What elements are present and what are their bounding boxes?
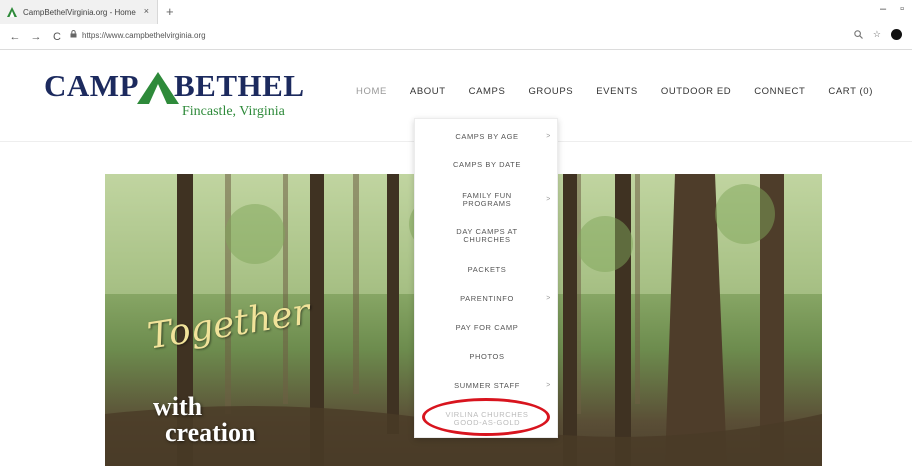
forward-icon[interactable]: →: [30, 31, 42, 43]
menu-item-label: DAY CAMPS AT CHURCHES: [456, 227, 518, 244]
menu-item-parentinfo[interactable]: PARENTINFO >: [415, 287, 559, 311]
nav-outdoor-ed[interactable]: OUTDOOR ED: [661, 86, 731, 97]
menu-item-label: PHOTOS: [469, 352, 505, 361]
nav-connect[interactable]: CONNECT: [754, 86, 805, 97]
menu-item-day-camps-at-churches[interactable]: DAY CAMPS AT CHURCHES: [415, 221, 559, 251]
chevron-right-icon: >: [546, 295, 551, 302]
logo-camp-text: CAMP: [44, 68, 139, 103]
camps-dropdown-menu: CAMPS BY AGE > CAMPS BY DATE FAMILY FUN …: [414, 118, 558, 438]
url-field[interactable]: https://www.campbethelvirginia.org: [70, 30, 206, 40]
logo-location: Fincastle, Virginia: [182, 104, 285, 119]
browser-tabbar: CampBethelVirginia.org - Home × + – ▫: [0, 0, 912, 24]
reload-icon[interactable]: C: [51, 31, 63, 43]
main-nav: HOME ABOUT CAMPS GROUPS EVENTS OUTDOOR E…: [356, 86, 896, 97]
menu-item-label: PAY FOR CAMP: [455, 323, 519, 332]
menu-item-packets[interactable]: PACKETS: [415, 258, 559, 282]
menu-item-summer-staff[interactable]: SUMMER STAFF >: [415, 374, 559, 398]
hero-title-creation: creation: [165, 418, 256, 447]
logo-bethel-text: BETHEL: [174, 68, 305, 103]
chevron-right-icon: >: [546, 196, 551, 203]
tab-title: CampBethelVirginia.org - Home: [23, 7, 136, 17]
browser-tab[interactable]: CampBethelVirginia.org - Home ×: [0, 0, 158, 24]
restore-button[interactable]: ▫: [900, 3, 904, 15]
menu-item-label: CAMPS BY DATE: [453, 160, 521, 169]
menu-item-label: FAMILY FUN PROGRAMS: [462, 191, 512, 208]
red-highlight-ellipse: [422, 398, 550, 436]
nav-home[interactable]: HOME: [356, 86, 387, 97]
site-logo[interactable]: CAMP BETHEL Fincastle, Virginia: [44, 68, 306, 132]
star-icon[interactable]: ☆: [873, 29, 881, 40]
chevron-right-icon: >: [546, 382, 551, 389]
url-text: https://www.campbethelvirginia.org: [82, 30, 206, 40]
menu-item-photos[interactable]: PHOTOS: [415, 345, 559, 369]
menu-item-label: PARENTINFO: [460, 294, 514, 303]
minimize-button[interactable]: –: [880, 3, 886, 15]
nav-about[interactable]: ABOUT: [410, 86, 446, 97]
address-actions: ☆: [854, 29, 902, 40]
menu-item-camps-by-age[interactable]: CAMPS BY AGE >: [415, 125, 559, 149]
menu-item-label: SUMMER STAFF: [454, 381, 520, 390]
menu-item-family-fun-programs[interactable]: FAMILY FUN PROGRAMS >: [415, 185, 559, 215]
chevron-right-icon: >: [546, 133, 551, 140]
menu-item-camps-by-date[interactable]: CAMPS BY DATE: [415, 153, 559, 177]
back-icon[interactable]: ←: [9, 31, 21, 43]
nav-groups[interactable]: GROUPS: [528, 86, 573, 97]
menu-item-label: CAMPS BY AGE: [455, 132, 519, 141]
camp-favicon-icon: [7, 7, 17, 17]
zoom-icon[interactable]: [854, 30, 863, 39]
new-tab-button[interactable]: +: [166, 4, 174, 19]
nav-cart[interactable]: CART (0): [828, 86, 873, 97]
tab-close-icon[interactable]: ×: [144, 6, 149, 16]
lock-icon: [70, 30, 77, 40]
window-controls: – ▫: [880, 3, 904, 15]
menu-item-pay-for-camp[interactable]: PAY FOR CAMP: [415, 316, 559, 340]
nav-camps[interactable]: CAMPS: [469, 86, 506, 97]
browser-addressbar: ← → C https://www.campbethelvirginia.org…: [0, 24, 912, 50]
nav-events[interactable]: EVENTS: [596, 86, 638, 97]
menu-item-label: PACKETS: [467, 265, 507, 274]
profile-avatar[interactable]: [891, 29, 902, 40]
